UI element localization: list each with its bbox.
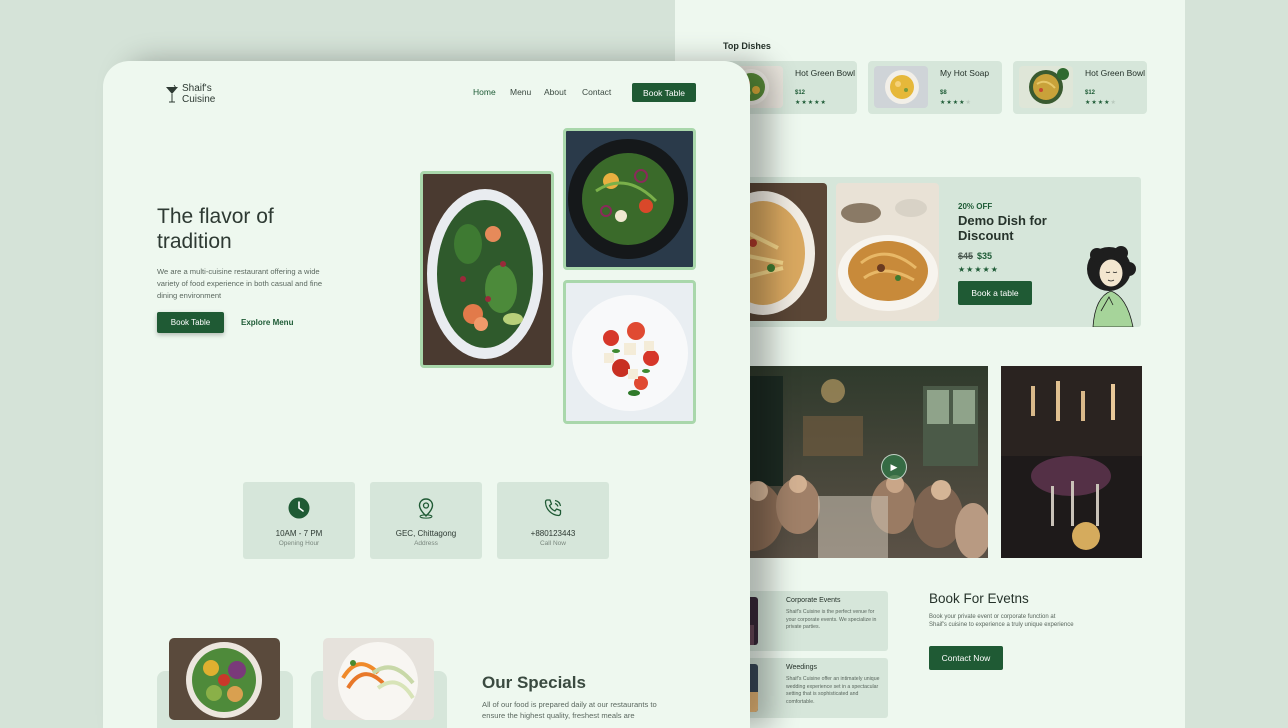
back-page-preview: Top Dishes Hot Green Bowl $12 ★★★★★ My H… xyxy=(675,0,1185,728)
hero-title-line-2: tradition xyxy=(157,230,232,253)
front-page-preview: Shaif's Cuisine Home Menu About Contact … xyxy=(103,61,750,728)
dish-image xyxy=(874,66,928,108)
play-video-button[interactable]: ▶ xyxy=(881,454,907,480)
dish-name: Hot Green Bowl xyxy=(795,68,855,78)
logo-line-2: Cuisine xyxy=(182,93,216,105)
logo-line-1: Shaif's xyxy=(182,83,212,94)
logo[interactable]: Shaif's Cuisine xyxy=(165,83,216,105)
info-subtitle: Address xyxy=(414,540,438,547)
promo-dish-image xyxy=(836,183,939,321)
our-specials-description: All of our food is prepared daily at our… xyxy=(482,700,657,720)
cocktail-glass-icon xyxy=(166,84,178,103)
nav-home[interactable]: Home xyxy=(473,87,496,97)
hero-image-caprese-plate xyxy=(563,280,696,424)
event-description: Shaif's Cuisine is the perfect venue for… xyxy=(786,609,877,630)
info-subtitle: Opening Hour xyxy=(278,540,320,547)
book-table-nav-button[interactable]: Book Table xyxy=(632,83,696,102)
dish-image xyxy=(1019,66,1073,108)
info-card-address: GEC, Chittagong Address xyxy=(370,482,482,559)
book-a-table-button[interactable]: Book a table xyxy=(958,281,1032,305)
dish-price: $8 xyxy=(940,90,947,96)
nav-about[interactable]: About xyxy=(544,87,566,97)
info-title: GEC, Chittagong xyxy=(395,529,457,538)
discount-badge: 20% OFF xyxy=(958,202,993,211)
our-specials-title: Our Specials xyxy=(482,673,586,692)
promo-rating: ★★★★★ xyxy=(958,265,999,274)
info-card-phone[interactable]: +880123443 Call Now xyxy=(497,482,609,559)
dish-rating: ★★★★★ xyxy=(795,100,827,106)
dish-rating: ★★★★★ xyxy=(1085,100,1117,106)
dining-room-photo xyxy=(1001,366,1142,558)
hero-description: We are a multi-cuisine restaurant offeri… xyxy=(157,267,323,300)
clock-icon xyxy=(288,497,310,519)
restaurant-video-thumbnail[interactable]: ▶ xyxy=(723,366,988,558)
nav-contact[interactable]: Contact xyxy=(582,87,611,97)
dish-price: $12 xyxy=(795,90,806,96)
promo-title: Demo Dish for Discount xyxy=(958,213,1047,243)
book-events-description: Book your private event or corporate fun… xyxy=(929,614,1074,628)
top-dishes-title: Top Dishes xyxy=(723,41,771,51)
hero-image-dark-bowl xyxy=(563,128,696,270)
hero-title-line-1: The flavor of xyxy=(157,205,274,228)
location-pin-icon xyxy=(418,498,434,519)
info-title: 10AM - 7 PM xyxy=(275,529,323,538)
dish-card[interactable]: Hot Green Bowl $12 ★★★★★ xyxy=(1013,61,1147,114)
event-description: Shaif's Cuisine offer an intimately uniq… xyxy=(786,676,880,705)
old-price: $45 xyxy=(958,251,974,261)
phone-icon xyxy=(544,499,562,517)
new-price: $35 xyxy=(977,251,993,261)
dish-rating: ★★★★★ xyxy=(940,100,972,106)
nav-menu[interactable]: Menu xyxy=(510,87,531,97)
book-table-button[interactable]: Book Table xyxy=(157,312,224,333)
special-dish-image xyxy=(169,638,280,720)
contact-now-button[interactable]: Contact Now xyxy=(929,646,1003,670)
info-subtitle: Call Now xyxy=(539,540,566,547)
book-events-title: Book For Evetns xyxy=(929,591,1029,606)
dish-card[interactable]: My Hot Soap $8 ★★★★★ xyxy=(868,61,1002,114)
dish-price: $12 xyxy=(1085,90,1096,96)
hero-title: The flavor of tradition xyxy=(157,204,274,254)
hero-image-salad-plate xyxy=(420,171,554,368)
info-title: +880123443 xyxy=(530,529,576,538)
info-card-opening-hours: 10AM - 7 PM Opening Hour xyxy=(243,482,355,559)
discount-promo: 20% OFF Demo Dish for Discount $45 $35 ★★… xyxy=(723,177,1141,327)
explore-menu-link[interactable]: Explore Menu xyxy=(241,318,293,327)
chef-illustration xyxy=(1087,246,1136,327)
special-dish-image xyxy=(323,638,434,720)
event-title: Weedings xyxy=(786,664,818,671)
dish-name: Hot Green Bowl xyxy=(1085,68,1145,78)
event-title: Corporate Events xyxy=(786,597,841,604)
dish-name: My Hot Soap xyxy=(940,68,990,78)
promo-prices: $45 $35 xyxy=(958,251,992,261)
